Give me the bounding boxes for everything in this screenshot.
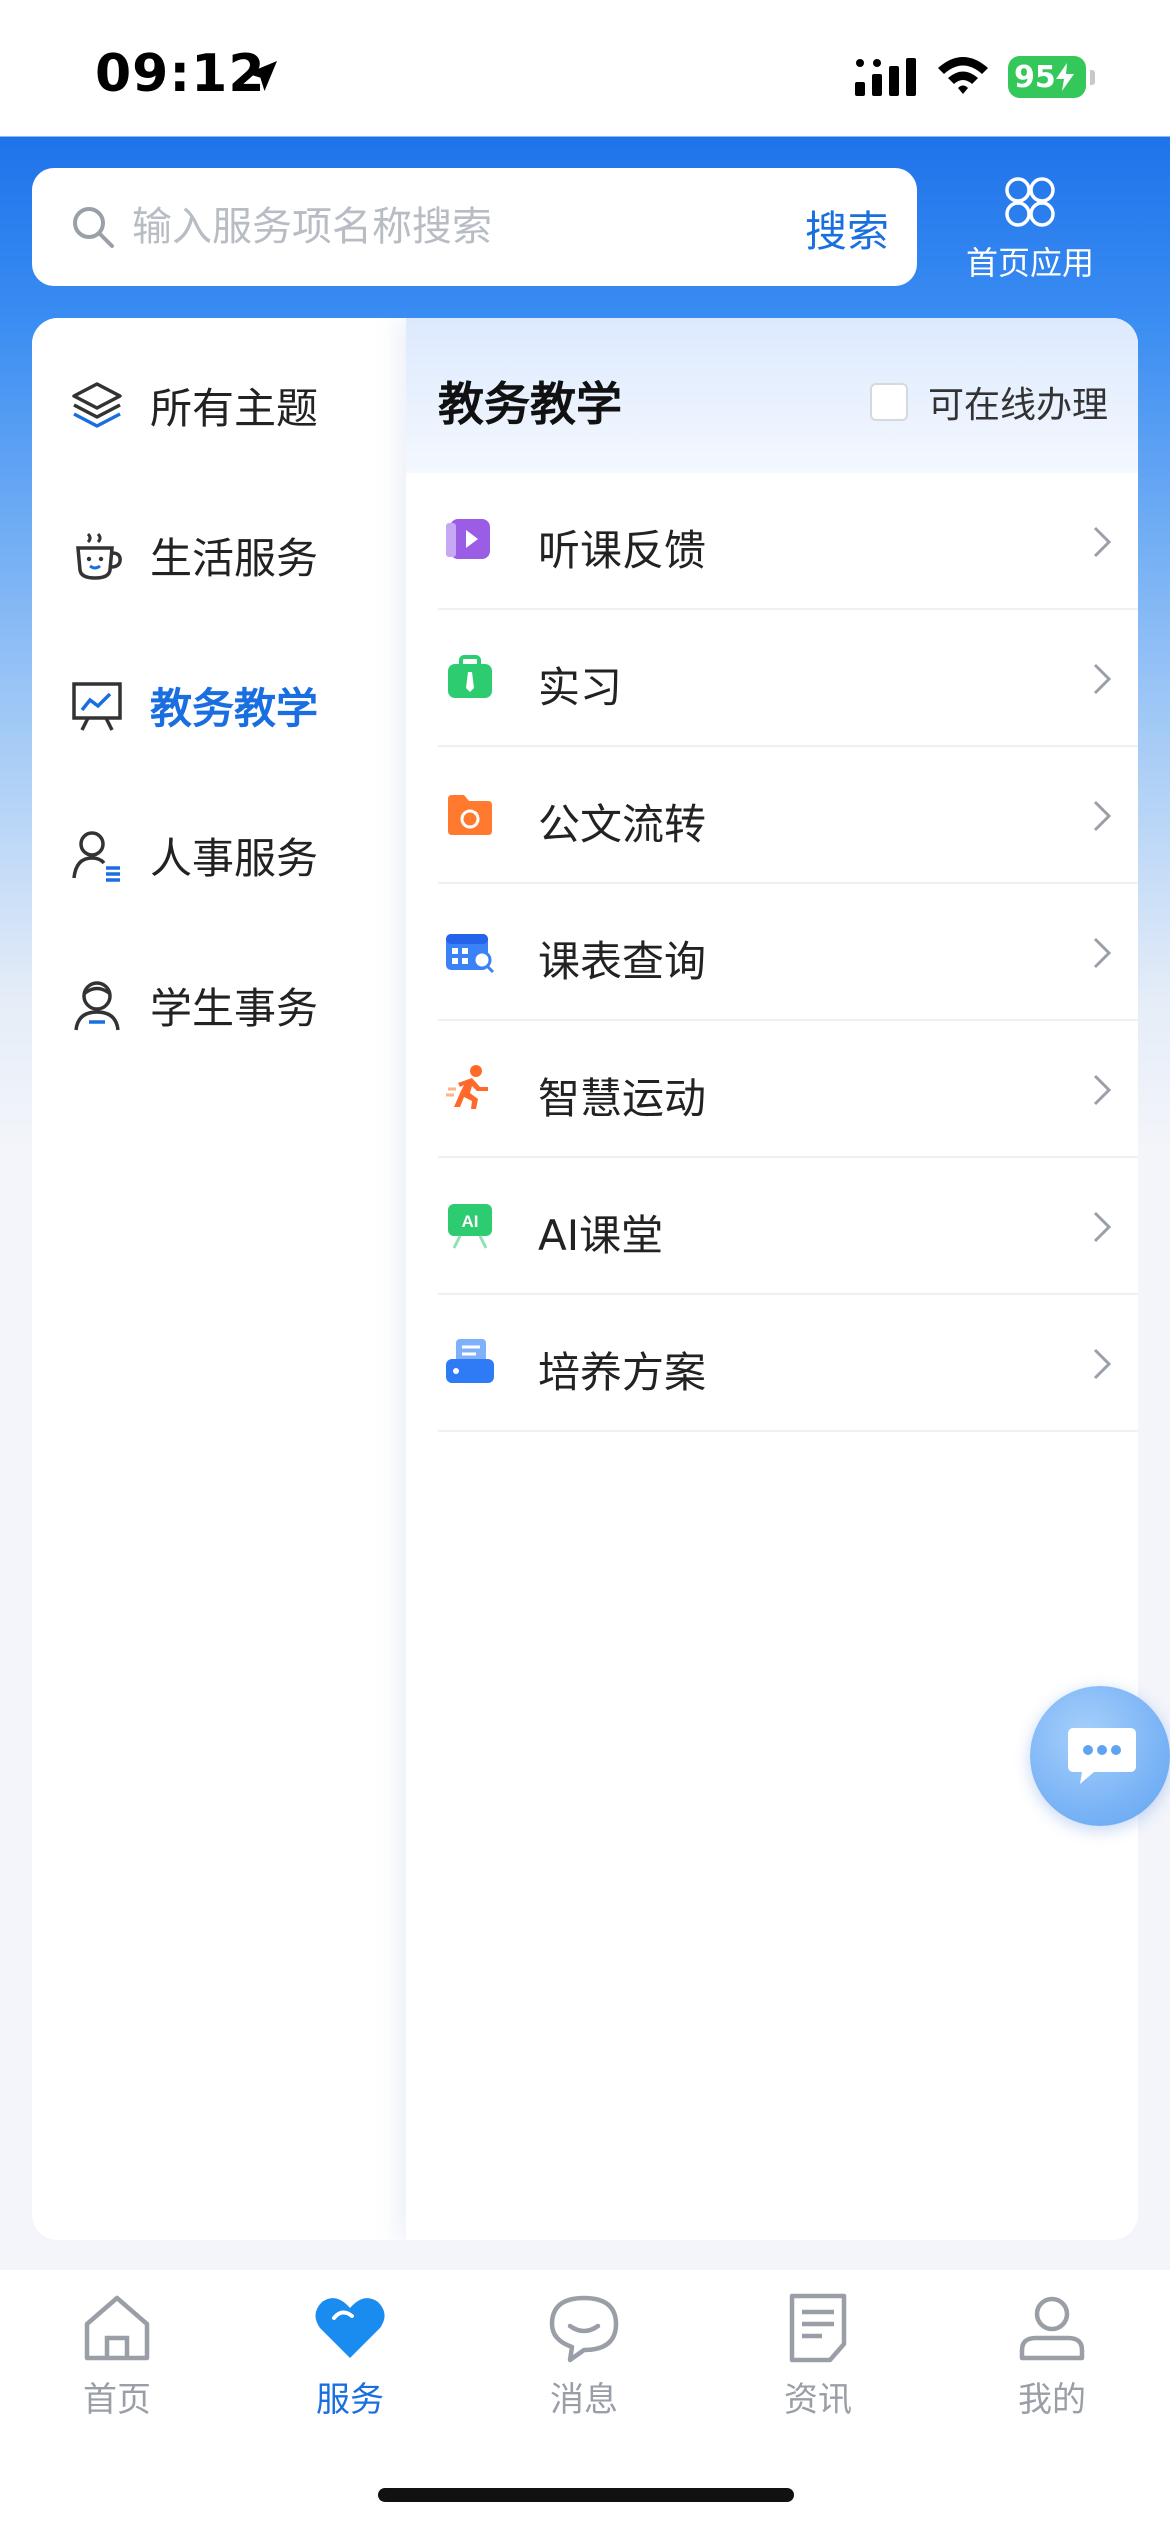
status-bar: 09:12 95 [0,0,1170,136]
tab-services[interactable]: 服务 [260,2292,440,2442]
sidebar-item-personnel[interactable]: 人事服务 [32,780,406,930]
running-person-icon [446,1065,488,1109]
briefcase-icon [448,655,492,698]
battery-level: 95 [1014,59,1056,95]
svg-text:AI: AI [462,1212,479,1231]
service-item-ai-classroom[interactable]: AI AI课堂 [438,1158,1138,1295]
bottom-tab-bar: 首页 服务 消息 资讯 我的 [0,2270,1170,2532]
service-item-label: 课表查询 [538,937,707,986]
sidebar-item-label: 教务教学 [150,683,319,733]
online-only-label: 可在线办理 [927,385,1108,426]
service-item-document-flow[interactable]: 公文流转 [438,747,1138,884]
presentation-board-icon [72,682,122,731]
person-list-icon [72,831,120,882]
home-icon [84,2295,150,2361]
folder-cycle-icon [448,795,492,835]
search-button[interactable]: 搜索 [805,198,889,259]
ai-board-icon: AI [448,1204,492,1249]
status-time: 09:12 [95,44,266,104]
service-item-timetable-query[interactable]: 课表查询 [438,884,1138,1021]
calendar-search-icon [446,934,495,974]
service-list-panel: 教务教学 可在线办理 听课反馈 实习 公文流转 课表查询 智慧运动 AI AI课… [406,318,1138,2240]
location-arrow-icon [247,61,277,91]
service-item-internship[interactable]: 实习 [438,610,1138,747]
home-apps-label: 首页应用 [965,244,1094,282]
service-item-label: 公文流转 [538,800,707,849]
layers-icon [72,382,122,428]
chat-bubble-icon [549,2295,619,2363]
battery-indicator: 95 [1008,56,1086,98]
heart-service-icon [315,2298,385,2358]
search-input[interactable] [132,192,792,262]
sidebar-item-student-affairs[interactable]: 学生事务 [32,930,406,1080]
coffee-cup-icon [76,532,122,580]
plan-document-icon [446,1339,494,1383]
sidebar-item-label: 生活服务 [150,533,319,583]
tab-label: 我的 [1018,2380,1086,2420]
service-item-lecture-feedback[interactable]: 听课反馈 [438,473,1138,610]
home-apps-button[interactable]: 首页应用 [950,170,1110,282]
chevron-right-icon [1093,1348,1112,1380]
student-icon [74,981,120,1031]
service-item-label: AI课堂 [538,1211,664,1260]
sidebar-item-all-topics[interactable]: 所有主题 [32,330,406,480]
news-document-icon [789,2293,847,2363]
tab-news[interactable]: 资讯 [728,2292,908,2442]
chat-dots-icon [1068,1728,1136,1784]
tab-label: 首页 [83,2380,151,2420]
charging-bolt-icon [1055,63,1074,91]
online-only-checkbox[interactable] [869,383,908,421]
tab-messages[interactable]: 消息 [494,2292,674,2442]
tab-label: 资讯 [784,2380,852,2420]
sidebar-item-label: 人事服务 [150,833,319,883]
home-indicator [378,2488,794,2502]
chevron-right-icon [1093,800,1112,832]
sidebar-item-label: 所有主题 [150,383,319,433]
sidebar-item-label: 学生事务 [150,983,319,1033]
chevron-right-icon [1093,663,1112,695]
tab-home[interactable]: 首页 [27,2292,207,2442]
profile-icon [1019,2296,1085,2361]
wifi-icon [938,57,988,94]
panel-header: 教务教学 可在线办理 [406,318,1138,473]
service-item-label: 听课反馈 [538,526,707,575]
sidebar-item-teaching[interactable]: 教务教学 [32,630,406,780]
service-item-training-plan[interactable]: 培养方案 [438,1295,1138,1432]
cellular-signal-icon [855,58,916,96]
category-sidebar: 所有主题 生活服务 教务教学 人事服务 学生事务 [32,318,406,2240]
service-item-label: 实习 [538,663,623,712]
service-item-label: 培养方案 [538,1348,707,1397]
sidebar-item-life-services[interactable]: 生活服务 [32,480,406,630]
services-card: 所有主题 生活服务 教务教学 人事服务 学生事务 教务教学 可在线办理 听课反馈… [32,318,1138,2240]
chevron-right-icon [1093,937,1112,969]
search-icon [73,207,114,248]
service-item-label: 智慧运动 [538,1074,707,1123]
tab-label: 服务 [316,2380,384,2420]
battery-tip [1090,70,1095,85]
apps-grid-icon [1005,177,1055,227]
chevron-right-icon [1093,1211,1112,1243]
floating-chat-button[interactable] [1030,1686,1170,1826]
panel-title: 教务教学 [438,377,622,431]
service-item-smart-sports[interactable]: 智慧运动 [438,1021,1138,1158]
online-only-filter[interactable]: 可在线办理 [869,376,1108,428]
tab-label: 消息 [550,2380,618,2420]
search-bar: 搜索 [32,168,917,286]
tab-profile[interactable]: 我的 [962,2292,1142,2442]
chevron-right-icon [1093,1074,1112,1106]
chevron-right-icon [1093,526,1112,558]
video-feedback-icon [446,519,490,559]
